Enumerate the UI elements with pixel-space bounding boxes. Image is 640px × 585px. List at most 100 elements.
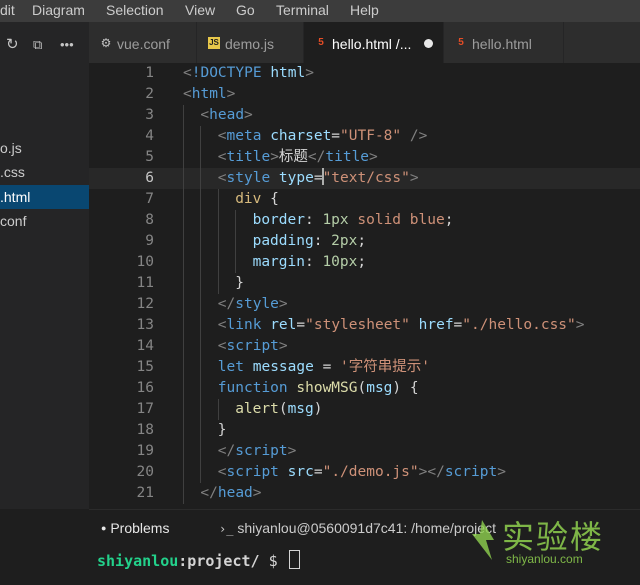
code-line[interactable]: 18}	[89, 420, 640, 441]
code-token: "./demo.js"	[322, 464, 419, 480]
code-text: <title>标题</title>	[218, 147, 378, 168]
file-item-vue-conf[interactable]: conf	[0, 209, 89, 233]
code-line[interactable]: 17 alert(msg)	[89, 399, 640, 420]
more-actions-icon[interactable]: •••	[60, 34, 74, 56]
unsaved-dot-icon[interactable]	[424, 39, 433, 48]
indent-guide	[200, 399, 202, 420]
code-token: =	[453, 317, 463, 333]
panel-left-filler	[0, 509, 89, 584]
code-token: >	[497, 464, 506, 480]
shiyanlou-watermark: 实验楼 shiyanlou.com	[460, 512, 638, 572]
indent-guide	[183, 420, 184, 441]
menu-selection[interactable]: Selection	[106, 2, 164, 18]
code-token: ) {	[392, 380, 419, 396]
file-item-hello-js[interactable]: o.js	[0, 136, 89, 160]
menu-edit[interactable]: dit	[0, 2, 15, 18]
indent-guide	[217, 189, 219, 210]
code-token: type	[278, 170, 314, 186]
indent-guide	[217, 231, 219, 252]
code-line[interactable]: 4 <meta charset="UTF-8" />	[89, 126, 640, 147]
code-line[interactable]: 6 <style type="text/css">	[89, 168, 640, 189]
tab-terminal[interactable]: ›_ shiyanlou@0560091d7c41: /home/project	[219, 520, 496, 536]
code-line[interactable]: 11}	[89, 273, 640, 294]
html5-icon: 5	[318, 37, 324, 48]
problems-icon: ●	[101, 523, 107, 533]
code-line[interactable]: 5 <title>标题</title>	[89, 147, 640, 168]
menu-help[interactable]: Help	[350, 2, 379, 18]
menu-diagram[interactable]: Diagram	[32, 2, 85, 18]
code-text: padding: 2px;	[253, 231, 367, 252]
code-line[interactable]: 3 <head>	[89, 105, 640, 126]
code-line[interactable]: 13 <link rel="stylesheet" href="./hello.c…	[89, 315, 640, 336]
tab-vue-conf[interactable]: ⚙ vue.conf	[89, 22, 197, 63]
indent-guide	[200, 231, 202, 252]
tab-problems[interactable]: ● Problems	[101, 520, 169, 536]
code-token: style	[235, 296, 279, 312]
code-line[interactable]: 8 border: 1px solid blue;	[89, 210, 640, 231]
code-token: charset	[270, 128, 332, 144]
line-number: 9	[145, 233, 154, 249]
indent-guide	[183, 399, 184, 420]
code-token: <	[183, 65, 192, 81]
code-line[interactable]: 9 padding: 2px;	[89, 231, 640, 252]
watermark-url: shiyanlou.com	[506, 552, 583, 566]
code-token: showMSG	[296, 380, 358, 396]
indent-guide	[200, 126, 202, 147]
line-number: 21	[136, 485, 154, 501]
code-token: <	[200, 107, 210, 123]
menu-view[interactable]: View	[185, 2, 215, 18]
code-token: border	[252, 212, 305, 228]
code-line[interactable]: 12 </style>	[89, 294, 640, 315]
code-line[interactable]: 1 <!DOCTYPE html>	[89, 63, 640, 84]
tab-hello-html[interactable]: 5 hello.html	[444, 22, 564, 63]
code-token: "stylesheet"	[305, 317, 410, 333]
code-token: =	[296, 317, 306, 333]
menu-bar: dit Diagram Selection View Go Terminal H…	[0, 0, 640, 22]
code-line[interactable]: 10 margin: 10px;	[89, 252, 640, 273]
terminal-prompt[interactable]: shiyanlou:project/ $	[97, 550, 300, 572]
indent-guide	[217, 273, 219, 294]
indent-guide	[183, 462, 184, 483]
file-item-hello-html[interactable]: .html	[0, 185, 89, 209]
code-token: >	[287, 443, 297, 459]
menu-terminal[interactable]: Terminal	[276, 2, 329, 18]
code-line[interactable]: 20 <script src="./demo.js"></script>	[89, 462, 640, 483]
line-number: 15	[136, 359, 154, 375]
code-token: :	[304, 212, 323, 228]
code-token: "./hello.css"	[462, 317, 576, 333]
code-token: 1px	[322, 212, 349, 228]
code-line[interactable]: 21 </head>	[89, 483, 640, 504]
code-token: padding	[252, 233, 314, 249]
code-line[interactable]: 14 <script>	[89, 336, 640, 357]
collapse-all-icon[interactable]: ⧉	[33, 34, 42, 56]
code-token: "text/css"	[322, 170, 410, 186]
terminal-user: shiyanlou	[97, 552, 179, 570]
code-token: />	[409, 128, 428, 144]
menu-go[interactable]: Go	[236, 2, 255, 18]
code-editor[interactable]: 1 <!DOCTYPE html> 2 <html> 3 <head> 4 <meta cha…	[89, 63, 640, 509]
code-text: </script>	[218, 441, 297, 462]
code-token: href	[418, 317, 454, 333]
code-line[interactable]: 16 function showMSG(msg) {	[89, 378, 640, 399]
line-number: 7	[145, 191, 154, 207]
code-token: </	[200, 485, 218, 501]
code-line[interactable]: 15 let message = '字符串提示'	[89, 357, 640, 378]
indent-guide	[183, 273, 184, 294]
code-line[interactable]: 7 div {	[89, 189, 640, 210]
code-token: </	[217, 443, 236, 459]
indent-guide	[183, 357, 184, 378]
indent-guide	[183, 294, 184, 315]
code-token: link	[226, 317, 262, 333]
code-token: :	[313, 233, 332, 249]
file-item-hello-css[interactable]: .css	[0, 160, 89, 184]
tab-hello-html-active[interactable]: 5 hello.html /...	[304, 22, 444, 63]
indent-guide	[235, 210, 237, 231]
refresh-icon[interactable]: ↻	[6, 34, 19, 56]
code-line[interactable]: 2 <html>	[89, 84, 640, 105]
tab-demo-js[interactable]: JS demo.js	[197, 22, 304, 63]
code-line[interactable]: 19 </script>	[89, 441, 640, 462]
indent-guide	[200, 252, 202, 273]
